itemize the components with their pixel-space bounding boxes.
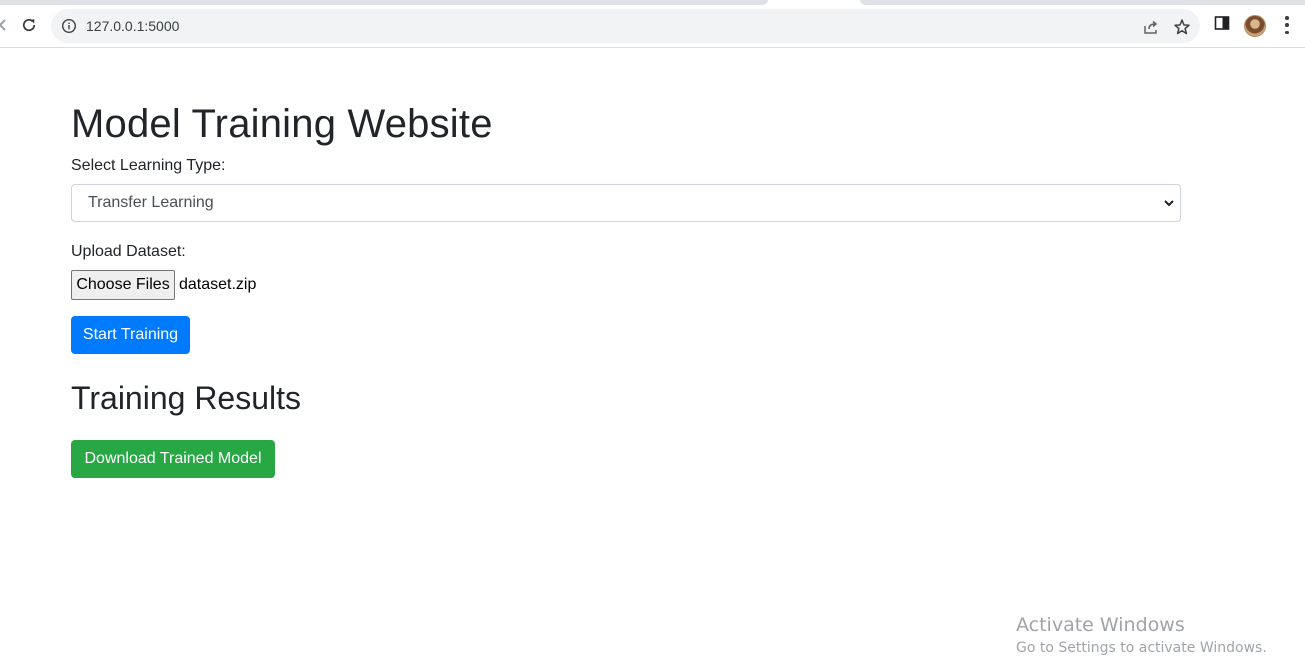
activate-windows-watermark: Activate Windows Go to Settings to activ… [1016, 614, 1267, 658]
upload-dataset-label: Upload Dataset: [71, 243, 186, 260]
training-results-title: Training Results [71, 380, 302, 416]
tab-strip [0, 0, 768, 5]
info-icon[interactable] [61, 18, 77, 34]
start-training-button[interactable]: Start Training [71, 316, 190, 354]
reload-icon[interactable] [18, 14, 40, 36]
url-text[interactable]: 127.0.0.1:5000 [86, 18, 179, 34]
learning-type-label: Select Learning Type: [71, 157, 226, 174]
more-vert-icon[interactable] [1284, 16, 1290, 34]
watermark-subtitle: Go to Settings to activate Windows. [1016, 640, 1267, 656]
star-icon[interactable] [1173, 18, 1191, 36]
watermark-title: Activate Windows [1016, 614, 1185, 636]
learning-type-value: Transfer Learning [88, 194, 214, 211]
share-icon[interactable] [1142, 18, 1160, 36]
back-arrow-icon[interactable] [0, 14, 14, 36]
avatar[interactable] [1244, 15, 1266, 37]
address-bar[interactable]: 127.0.0.1:5000 [51, 9, 1200, 43]
selected-file-name: dataset.zip [179, 276, 257, 293]
side-panel-icon[interactable] [1214, 15, 1232, 33]
chevron-down-icon [1162, 196, 1176, 210]
learning-type-select[interactable]: Transfer Learning [71, 184, 1181, 222]
browser-toolbar: 127.0.0.1:5000 [0, 0, 1305, 48]
download-model-button[interactable]: Download Trained Model [71, 440, 275, 478]
tab-strip [860, 0, 1305, 5]
choose-files-button[interactable]: Choose Files [71, 270, 175, 300]
page-title: Model Training Website [71, 102, 493, 146]
